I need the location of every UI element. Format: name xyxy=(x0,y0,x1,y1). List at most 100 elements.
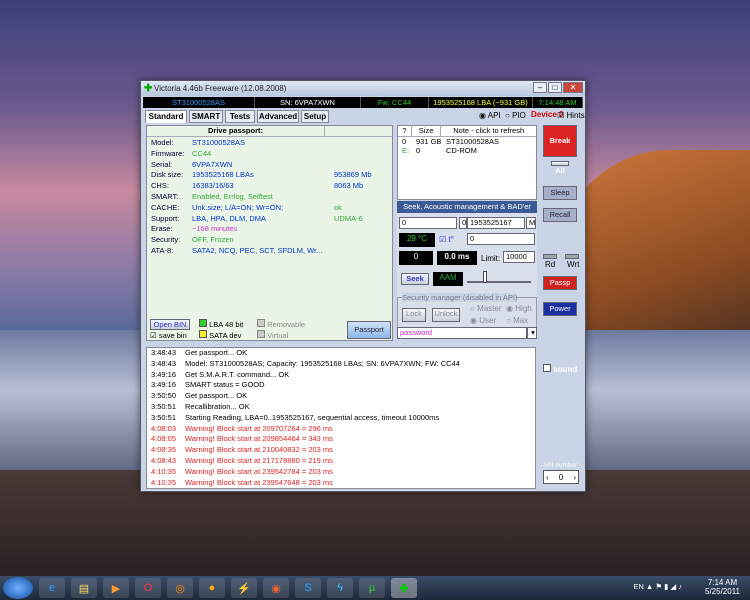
high-label: High xyxy=(515,304,532,313)
tab-setup[interactable]: Setup xyxy=(301,110,329,123)
temp-value-field[interactable]: 0 xyxy=(467,233,535,245)
user-radio[interactable]: ◉ User xyxy=(470,316,496,325)
password-field[interactable]: password xyxy=(397,327,527,339)
wrt-led xyxy=(565,254,579,259)
tab-smart[interactable]: SMART xyxy=(189,110,223,123)
log-line: 3:48:43 Model: ST31000528AS; Capacity: 19… xyxy=(147,359,535,370)
temp-checkbox[interactable]: ☑ t° xyxy=(439,235,454,244)
aam-slider-thumb[interactable] xyxy=(483,271,487,283)
media-player-icon[interactable]: ▶ xyxy=(103,578,129,598)
api-number-spinner[interactable]: ‹ 0 › xyxy=(543,470,579,484)
hints-checkbox[interactable]: ☑ Hints xyxy=(557,111,585,120)
clock-time: 7:14 AM xyxy=(707,578,738,587)
end-lba-field[interactable]: 1953525167 xyxy=(467,217,525,229)
start-lba-sub: 0 xyxy=(459,217,467,229)
utorrent-icon[interactable]: µ xyxy=(359,578,385,598)
log-message: Warning! Block start at 239547648 = 203 … xyxy=(185,477,333,487)
orange-app-icon[interactable]: ● xyxy=(199,578,225,598)
info-time: 7:14:48 AM xyxy=(533,97,583,108)
victoria-taskbar-icon[interactable]: ✚ xyxy=(391,578,417,598)
master-radio[interactable]: ○ Master xyxy=(470,304,502,313)
limit-label: Limit: xyxy=(481,254,501,263)
skype-icon[interactable]: S xyxy=(295,578,321,598)
break-all-button[interactable]: Break All xyxy=(543,125,577,175)
start-button[interactable] xyxy=(3,577,33,599)
log-time: 4:12:33 xyxy=(147,488,185,489)
log-message: SMART status = GOOD xyxy=(185,380,265,390)
ie-icon[interactable]: e xyxy=(39,578,65,598)
passport-key: CHS: xyxy=(151,181,169,191)
log-message: Warning! Block start at 210040832 = 203 … xyxy=(185,445,333,455)
rd-label: Rd xyxy=(545,260,556,269)
password-dropdown[interactable]: ▾ xyxy=(527,327,537,339)
seek-title: Seek, Acoustic management & BAD'er xyxy=(397,201,537,213)
tab-standard[interactable]: Standard xyxy=(145,110,187,123)
window-title: Victoria 4.46b Freeware (12.08.2008) xyxy=(154,84,287,93)
log-time: 3:50:50 xyxy=(151,391,177,401)
passport-button[interactable]: Passport xyxy=(347,321,391,339)
passport-extra: 953869 Mb xyxy=(334,170,372,180)
sound-checkbox[interactable]: sound xyxy=(543,364,577,374)
passport-value: 1953525168 LBAs xyxy=(192,170,254,180)
temperature-display: 29 °C xyxy=(399,233,435,247)
log-message: Model: ST31000528AS; Capacity: 195352516… xyxy=(185,358,460,368)
passport-value: LBA, HPA, DLM, DMA xyxy=(192,213,267,223)
log-line: 4:10:35 Warning! Block start at 239542784… xyxy=(147,467,535,478)
power-button[interactable]: Power xyxy=(543,302,577,316)
explorer-icon[interactable]: ▤ xyxy=(71,578,97,598)
log-message: Warning! Block start at 217178880 = 219 … xyxy=(185,455,333,465)
sleep-button[interactable]: Sleep xyxy=(543,186,577,200)
firefox-icon[interactable]: ◎ xyxy=(167,578,193,598)
passport-value: OFF, Frozen xyxy=(192,235,234,245)
title-bar[interactable]: ✚ Victoria 4.46b Freeware (12.08.2008) xyxy=(141,81,585,96)
drive-row[interactable]: 0 931 GB ST31000528AS xyxy=(398,137,536,146)
max-label: Max xyxy=(513,316,529,325)
break-indicator xyxy=(551,161,569,166)
save-bin-checkbox[interactable]: ☑ save bin xyxy=(150,331,187,340)
close-button[interactable]: ✕ xyxy=(563,82,583,93)
max-radio[interactable]: ○ Max xyxy=(506,316,528,325)
right-control-column: Break All Sleep Recall Rd Wrt Passp Powe… xyxy=(543,125,583,316)
pio-radio[interactable]: ○ PIO xyxy=(505,111,526,120)
api-radio[interactable]: ◉ API xyxy=(479,111,501,120)
log-line: 4:10:35 Warning! Block start at 239547648… xyxy=(147,477,535,488)
tab-bar: Standard SMART Tests Advanced Setup ◉ AP… xyxy=(143,110,585,123)
log-time: 3:50:51 xyxy=(151,412,177,422)
log-line: 3:49:16 SMART status = GOOD xyxy=(147,380,535,391)
recall-button[interactable]: Recall xyxy=(543,208,577,222)
aam-slider[interactable] xyxy=(467,273,531,283)
unlock-button[interactable]: Unlock xyxy=(432,308,460,322)
maximize-button[interactable]: □ xyxy=(548,82,562,93)
minimize-button[interactable]: – xyxy=(533,82,547,93)
thunder-icon[interactable]: ϟ xyxy=(327,578,353,598)
clock[interactable]: 7:14 AM 5/25/2011 xyxy=(705,578,740,596)
high-radio[interactable]: ◉ High xyxy=(506,304,532,313)
drive-size: 931 GB xyxy=(416,137,442,146)
burner-icon[interactable]: ◉ xyxy=(263,578,289,598)
seek-button[interactable]: Seek xyxy=(401,273,429,285)
winamp-icon[interactable]: ⚡ xyxy=(231,578,257,598)
log-line: 4:08:03 Warning! Block start at 209707264… xyxy=(147,424,535,435)
passp-button[interactable]: Passp xyxy=(543,276,577,290)
user-label: User xyxy=(479,316,497,325)
wrt-label: Wrt xyxy=(567,260,580,269)
start-lba-field[interactable]: 0 xyxy=(399,217,457,229)
passport-extra: ok xyxy=(334,202,342,212)
log-message: Warning! Block start at 239542784 = 203 … xyxy=(185,466,333,476)
drives-col-note[interactable]: Note - click to refresh xyxy=(441,126,536,136)
passport-extra: UDMA-6 xyxy=(334,213,363,223)
sound-label: sound xyxy=(553,365,578,374)
drive-row[interactable]: E: 0 CD-ROM xyxy=(398,146,536,155)
lock-button[interactable]: Lock xyxy=(402,308,426,322)
removable-label: Removable xyxy=(267,320,306,329)
open-bin-button[interactable]: Open BIN xyxy=(150,319,190,330)
passport-value: ~168 minutes xyxy=(192,224,238,234)
removable-indicator: Removable xyxy=(257,319,305,329)
opera-icon[interactable]: O xyxy=(135,578,161,598)
passport-key: ATA-8: xyxy=(151,246,174,255)
tab-tests[interactable]: Tests xyxy=(225,110,255,123)
limit-field[interactable]: 10000 xyxy=(503,251,535,263)
language-indicator[interactable]: EN xyxy=(633,582,643,591)
virtual-label: Virtual xyxy=(267,331,289,340)
tab-advanced[interactable]: Advanced xyxy=(257,110,299,123)
